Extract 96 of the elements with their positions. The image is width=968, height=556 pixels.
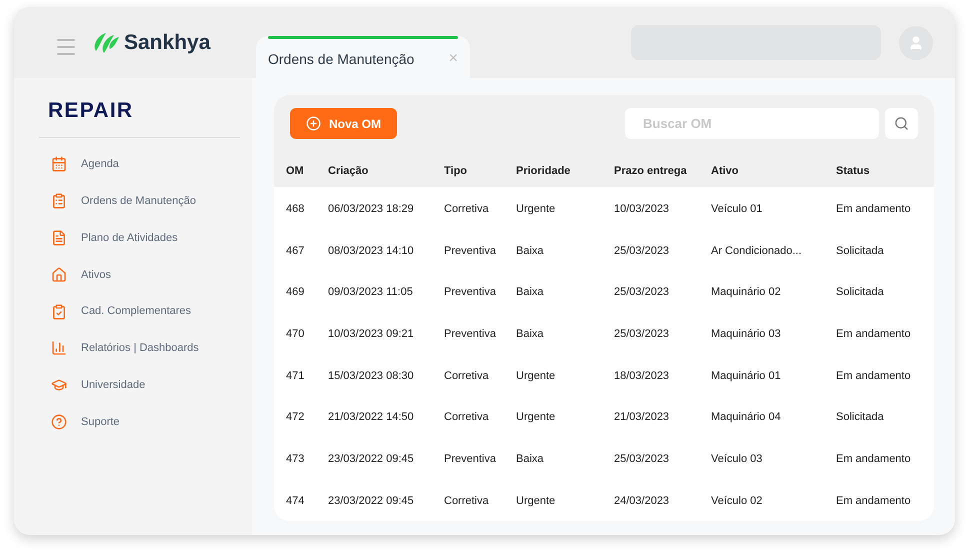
column-header: Prazo entrega bbox=[614, 164, 687, 176]
table-row[interactable]: 473 23/03/2022 09:45 Preventiva Baixa 25/03/2023 Veículo 03 Em andamento bbox=[274, 437, 934, 479]
table-cell: Em andamento bbox=[836, 328, 911, 340]
table-cell: Maquinário 01 bbox=[711, 370, 781, 382]
avatar[interactable] bbox=[899, 26, 933, 60]
brand-name: Sankhya bbox=[124, 30, 210, 56]
table-cell: Veículo 03 bbox=[711, 452, 762, 465]
column-header: Criação bbox=[328, 164, 368, 176]
table-cell: Corretiva bbox=[444, 202, 489, 215]
table-cell: Solicitada bbox=[836, 244, 884, 257]
table-row[interactable]: 468 06/03/2023 18:29 Corretiva Urgente 10/03/2023 Veículo 01 Em andamento bbox=[274, 187, 934, 229]
table-cell: 467 bbox=[286, 244, 304, 257]
table-cell: 08/03/2023 14:10 bbox=[328, 244, 414, 257]
sidebar-item[interactable]: Ordens de Manutenção bbox=[39, 182, 240, 220]
table-cell: 469 bbox=[286, 286, 304, 298]
table-cell: 23/03/2022 09:45 bbox=[328, 494, 414, 507]
search-button[interactable] bbox=[885, 108, 918, 139]
column-header: Tipo bbox=[444, 164, 468, 176]
tab[interactable]: Ordens de Manutenção × bbox=[256, 36, 470, 78]
column-header: Prioridade bbox=[516, 164, 570, 176]
table-cell: 25/03/2023 bbox=[614, 452, 670, 465]
table-cell: Em andamento bbox=[836, 202, 911, 215]
table-cell: 474 bbox=[286, 494, 304, 507]
sidebar-item[interactable]: Suporte bbox=[39, 404, 240, 440]
table-cell: Urgente bbox=[516, 202, 556, 215]
logo-icon bbox=[92, 30, 120, 54]
table-cell: Corretiva bbox=[444, 370, 489, 382]
table-cell: Baixa bbox=[516, 328, 544, 340]
table-cell: 473 bbox=[286, 452, 304, 465]
sidebar-item[interactable]: Plano de Atividades bbox=[39, 220, 240, 256]
table-cell: 471 bbox=[286, 370, 304, 382]
bar-chart-icon bbox=[51, 340, 67, 356]
table-cell: Urgente bbox=[516, 494, 556, 507]
table-row[interactable]: 470 10/03/2023 09:21 Preventiva Baixa 25/03/2023 Maquinário 03 Em andamento bbox=[274, 312, 934, 354]
sidebar-item[interactable]: Universidade bbox=[39, 366, 240, 404]
table-row[interactable]: 471 15/03/2023 08:30 Corretiva Urgente 18/03/2023 Maquinário 01 Em andamento bbox=[274, 354, 934, 396]
table-cell: 23/03/2022 09:45 bbox=[328, 452, 414, 465]
table-row[interactable]: 472 21/03/2022 14:50 Corretiva Urgente 21/03/2023 Maquinário 04 Solicitada bbox=[274, 395, 934, 438]
table-cell: 25/03/2023 bbox=[614, 286, 670, 298]
table-cell: Preventiva bbox=[444, 244, 496, 257]
table-cell: 18/03/2023 bbox=[614, 370, 670, 382]
table-cell: Corretiva bbox=[444, 411, 489, 424]
table-cell: 470 bbox=[286, 328, 304, 340]
table-cell: Maquinário 04 bbox=[711, 411, 781, 424]
table-cell: 25/03/2023 bbox=[614, 244, 670, 257]
table-cell: Preventiva bbox=[444, 328, 496, 340]
sidebar-item[interactable]: Relatórios | Dashboards bbox=[39, 330, 240, 367]
clipboard-check-icon bbox=[51, 304, 67, 320]
column-header: Ativo bbox=[711, 164, 738, 176]
table-row[interactable]: 467 08/03/2023 14:10 Preventiva Baixa 25/03/2023 Ar Condicionado... Solicitada bbox=[274, 228, 934, 270]
table-cell: Maquinário 02 bbox=[711, 286, 781, 298]
graduation-cap-icon bbox=[51, 377, 67, 394]
table-cell: Corretiva bbox=[444, 494, 489, 507]
table-cell: Urgente bbox=[516, 411, 556, 424]
table-cell: 10/03/2023 09:21 bbox=[328, 328, 414, 340]
table-row[interactable]: 469 09/03/2023 11:05 Preventiva Baixa 25/03/2023 Maquinário 02 Solicitada bbox=[274, 270, 934, 312]
house-icon bbox=[51, 266, 67, 283]
table-cell: Solicitada bbox=[836, 286, 884, 298]
table-cell: Em andamento bbox=[836, 370, 911, 382]
table-cell: 15/03/2023 08:30 bbox=[328, 370, 414, 382]
table-cell: Preventiva bbox=[444, 286, 496, 298]
search-icon bbox=[894, 116, 909, 131]
table-cell: 24/03/2023 bbox=[614, 494, 670, 507]
table-cell: 472 bbox=[286, 411, 304, 424]
plus-icon bbox=[306, 116, 321, 131]
table-cell: 468 bbox=[286, 202, 304, 215]
table-row[interactable]: 474 23/03/2022 09:45 Corretiva Urgente 24/03/2023 Veículo 02 Em andamento bbox=[274, 478, 934, 520]
table-cell: 06/03/2023 18:29 bbox=[328, 202, 414, 215]
clipboard-icon bbox=[51, 193, 67, 210]
sidebar-item[interactable]: Ativos bbox=[39, 256, 240, 294]
table-cell: Veículo 02 bbox=[711, 494, 762, 507]
table-cell: Em andamento bbox=[836, 452, 911, 465]
new-order-button[interactable]: Nova OM bbox=[290, 108, 398, 139]
sidebar-item[interactable]: Cad. Complementares bbox=[39, 293, 240, 330]
table-cell: 21/03/2023 bbox=[614, 411, 670, 424]
help-icon bbox=[51, 414, 67, 430]
table-cell: 09/03/2023 11:05 bbox=[328, 286, 413, 298]
calendar-icon bbox=[51, 156, 67, 172]
table-cell: Preventiva bbox=[444, 452, 496, 465]
table-cell: 10/03/2023 bbox=[614, 202, 670, 215]
column-header: OM bbox=[286, 164, 304, 176]
table-cell: Baixa bbox=[516, 244, 544, 257]
table-cell: Em andamento bbox=[836, 494, 911, 507]
table-cell: 21/03/2022 14:50 bbox=[328, 411, 414, 424]
repair-logo: REPAIR bbox=[47, 100, 134, 121]
sidebar-item[interactable]: Agenda bbox=[39, 146, 240, 183]
table-cell: Maquinário 03 bbox=[711, 328, 781, 340]
table-cell: Ar Condicionado... bbox=[711, 244, 802, 257]
table-cell: Urgente bbox=[516, 370, 556, 382]
table-cell: Veículo 01 bbox=[711, 202, 762, 215]
table-cell: Solicitada bbox=[836, 411, 884, 424]
column-header: Status bbox=[836, 164, 870, 176]
table-cell: Baixa bbox=[516, 286, 544, 298]
table-cell: Baixa bbox=[516, 452, 544, 465]
document-icon bbox=[51, 230, 67, 246]
table-cell: 25/03/2023 bbox=[614, 328, 670, 340]
